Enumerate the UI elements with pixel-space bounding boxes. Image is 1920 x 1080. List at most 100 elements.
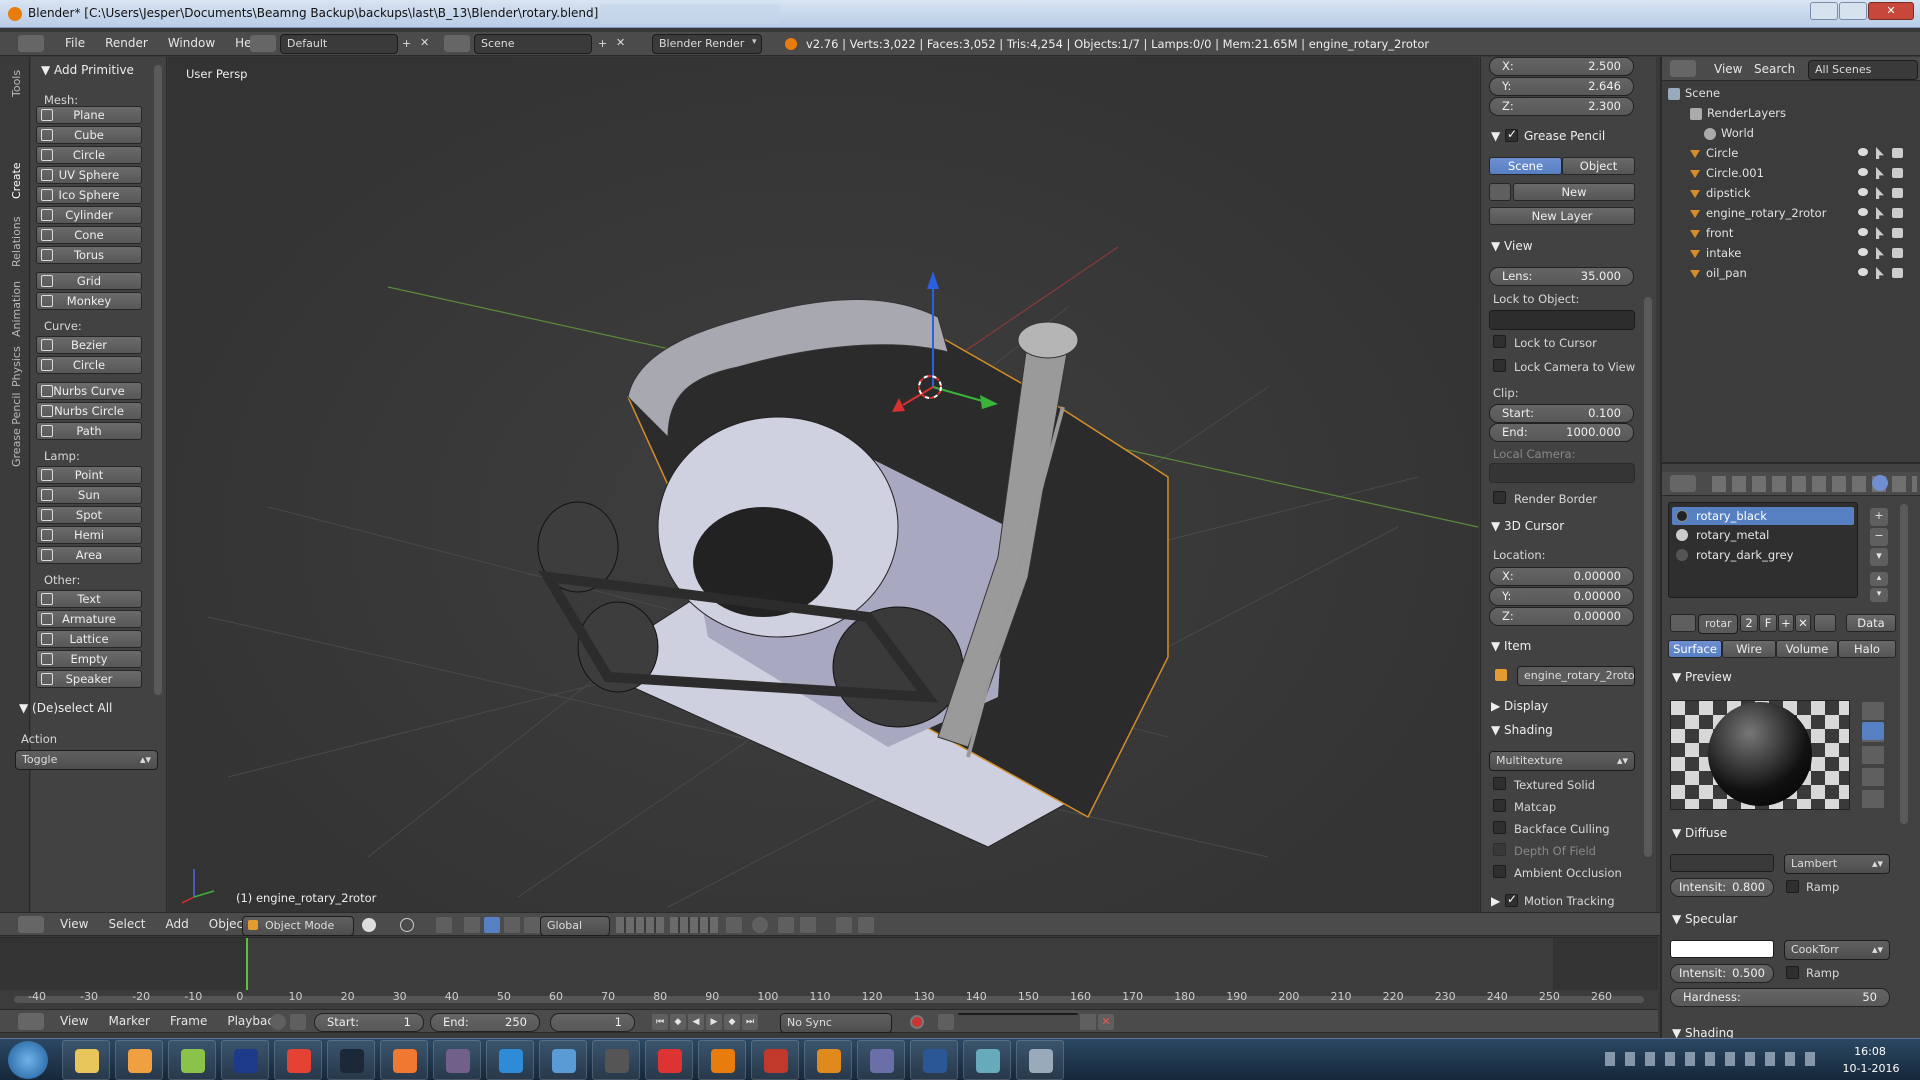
material-name-field[interactable]: rotar	[1698, 614, 1738, 634]
taskbar-app-button[interactable]	[910, 1040, 958, 1080]
start-frame-field[interactable]: Start: 1	[314, 1013, 424, 1032]
tab-relations[interactable]: Relations	[10, 216, 23, 267]
tl-menu-marker[interactable]: Marker	[98, 1010, 159, 1032]
taskbar-app-button[interactable]	[1016, 1040, 1064, 1080]
add-mesh-2-button[interactable]: Circle	[36, 146, 142, 164]
jump-start-icon[interactable]: ⏮	[652, 1014, 668, 1030]
slot-remove-icon[interactable]: −	[1870, 528, 1888, 546]
scene-icon[interactable]	[444, 35, 470, 52]
gp-new-layer-button[interactable]: New Layer	[1489, 207, 1635, 225]
viewport-3d[interactable]: User Persp (1) engine_rotary_2rotor	[168, 57, 1479, 912]
textured-solid-checkbox[interactable]	[1493, 777, 1506, 790]
location-z-field[interactable]: Z: 2.300	[1489, 97, 1634, 116]
item-name-field[interactable]: engine_rotary_2rotor	[1517, 666, 1635, 686]
tab-surface[interactable]: Surface	[1668, 640, 1722, 658]
renderable-camera-icon[interactable]	[1892, 228, 1903, 238]
visibility-eye-icon[interactable]	[1858, 228, 1868, 236]
preview-range-icon[interactable]	[270, 1014, 286, 1030]
timeline-editor-icon[interactable]	[18, 1013, 44, 1030]
renderable-camera-icon[interactable]	[1892, 268, 1903, 278]
taskbar-app-button[interactable]	[751, 1040, 799, 1080]
material-slot-label-1[interactable]: rotary_metal	[1696, 528, 1769, 542]
add-other-1-button[interactable]: Armature	[36, 610, 142, 628]
material-users-button[interactable]: 2	[1740, 614, 1758, 632]
3d-cursor-title[interactable]: ▼ 3D Cursor	[1491, 517, 1564, 535]
gp-pencil-icon[interactable]	[1489, 183, 1511, 201]
material-context-icon[interactable]	[1872, 475, 1888, 491]
current-frame-field[interactable]: 1	[550, 1013, 635, 1032]
taskbar-app-button[interactable]	[380, 1040, 428, 1080]
layout-add-icon[interactable]: +	[402, 37, 411, 50]
timeline-current-frame-line[interactable]	[246, 938, 248, 990]
lens-field[interactable]: Lens: 35.000	[1489, 267, 1634, 286]
clip-end-field[interactable]: End: 1000.000	[1489, 423, 1634, 442]
tl-menu-frame[interactable]: Frame	[160, 1010, 217, 1032]
add-lamp-2-button[interactable]: Spot	[36, 506, 142, 524]
add-mesh-7-button[interactable]: Torus	[36, 246, 142, 264]
renderable-camera-icon[interactable]	[1892, 148, 1903, 158]
diffuse-title[interactable]: ▼ Diffuse	[1672, 824, 1727, 842]
diffuse-intensity-field[interactable]: Intensit: 0.800	[1670, 878, 1774, 897]
taskbar-app-button[interactable]	[115, 1040, 163, 1080]
sync-mode-select[interactable]: No Sync	[780, 1013, 892, 1033]
add-mesh-6-button[interactable]: Cone	[36, 226, 142, 244]
lock-object-field[interactable]	[1489, 310, 1635, 330]
tab-volume[interactable]: Volume	[1776, 640, 1838, 658]
visibility-eye-icon[interactable]	[1858, 268, 1868, 276]
add-other-4-button[interactable]: Speaker	[36, 670, 142, 688]
next-key-icon[interactable]: ◆	[724, 1014, 740, 1030]
render-border-checkbox[interactable]	[1493, 491, 1506, 504]
layout-close-icon[interactable]: ✕	[420, 36, 429, 49]
add-curve-2-button[interactable]: Nurbs Curve	[36, 382, 142, 400]
gp-new-button[interactable]: New	[1513, 183, 1635, 201]
n-panel-scrollbar[interactable]	[1644, 297, 1652, 857]
add-lamp-1-button[interactable]: Sun	[36, 486, 142, 504]
clock-time[interactable]: 16:08	[1845, 1045, 1895, 1058]
specular-shader-select[interactable]: CookTorr ▴▾	[1784, 940, 1890, 960]
outliner-row-object[interactable]: intake	[1690, 243, 1910, 263]
translate-icon[interactable]	[464, 917, 480, 933]
tab-animation[interactable]: Animation	[10, 281, 23, 337]
scale-handle-icon[interactable]	[524, 917, 540, 933]
taskbar-app-button[interactable]	[804, 1040, 852, 1080]
specular-title[interactable]: ▼ Specular	[1672, 910, 1738, 928]
manipulator-icon[interactable]	[436, 917, 452, 933]
layers-grid-b[interactable]	[670, 917, 718, 933]
scale-icon[interactable]	[504, 917, 520, 933]
motion-tracking-checkbox[interactable]	[1505, 892, 1518, 907]
render-engine-select[interactable]: Blender Render	[652, 34, 762, 54]
gp-scene-button[interactable]: Scene	[1489, 157, 1562, 175]
shading-mode-select[interactable]: Multitexture ▴▾	[1489, 751, 1635, 771]
cursor-z-field[interactable]: Z: 0.00000	[1489, 607, 1634, 626]
keying-set-icon[interactable]	[938, 1014, 954, 1030]
outliner-row-object[interactable]: engine_rotary_2rotor	[1690, 203, 1910, 223]
selectable-cursor-icon[interactable]	[1876, 147, 1884, 159]
view-panel-title[interactable]: ▼ View	[1491, 237, 1533, 255]
menu-view[interactable]: View	[50, 913, 98, 935]
tab-tools[interactable]: Tools	[10, 70, 23, 97]
cursor-y-field[interactable]: Y: 0.00000	[1489, 587, 1634, 606]
specular-color-swatch[interactable]	[1670, 940, 1774, 958]
add-curve-3-button[interactable]: Nurbs Circle	[36, 402, 142, 420]
outliner-row-world[interactable]: World	[1704, 123, 1754, 143]
taskbar-app-button[interactable]	[963, 1040, 1011, 1080]
ao-checkbox[interactable]	[1493, 865, 1506, 878]
slot-down-icon[interactable]: ▾	[1870, 588, 1888, 602]
opengl-render-icon[interactable]	[836, 917, 852, 933]
location-x-field[interactable]: X: 2.500	[1489, 57, 1634, 76]
menu-file[interactable]: File	[55, 32, 95, 54]
toolshelf-scrollbar[interactable]	[154, 65, 162, 695]
display-panel-title[interactable]: ▶ Display	[1491, 697, 1548, 715]
keying-set-field[interactable]	[958, 1013, 1078, 1015]
slot-add-icon[interactable]: +	[1870, 508, 1888, 526]
visibility-eye-icon[interactable]	[1858, 188, 1868, 196]
shading-panel-title[interactable]: ▼ Shading	[1491, 721, 1553, 739]
maximize-button[interactable]	[1839, 2, 1867, 20]
add-curve-0-button[interactable]: Bezier	[36, 336, 142, 354]
taskbar-app-button[interactable]	[433, 1040, 481, 1080]
outliner-row-object[interactable]: Circle.001	[1690, 163, 1910, 183]
material-unlink-button[interactable]: ✕	[1795, 614, 1811, 632]
material-fake-button[interactable]: F	[1759, 614, 1777, 632]
add-lamp-0-button[interactable]: Point	[36, 466, 142, 484]
item-panel-title[interactable]: ▼ Item	[1491, 637, 1531, 655]
